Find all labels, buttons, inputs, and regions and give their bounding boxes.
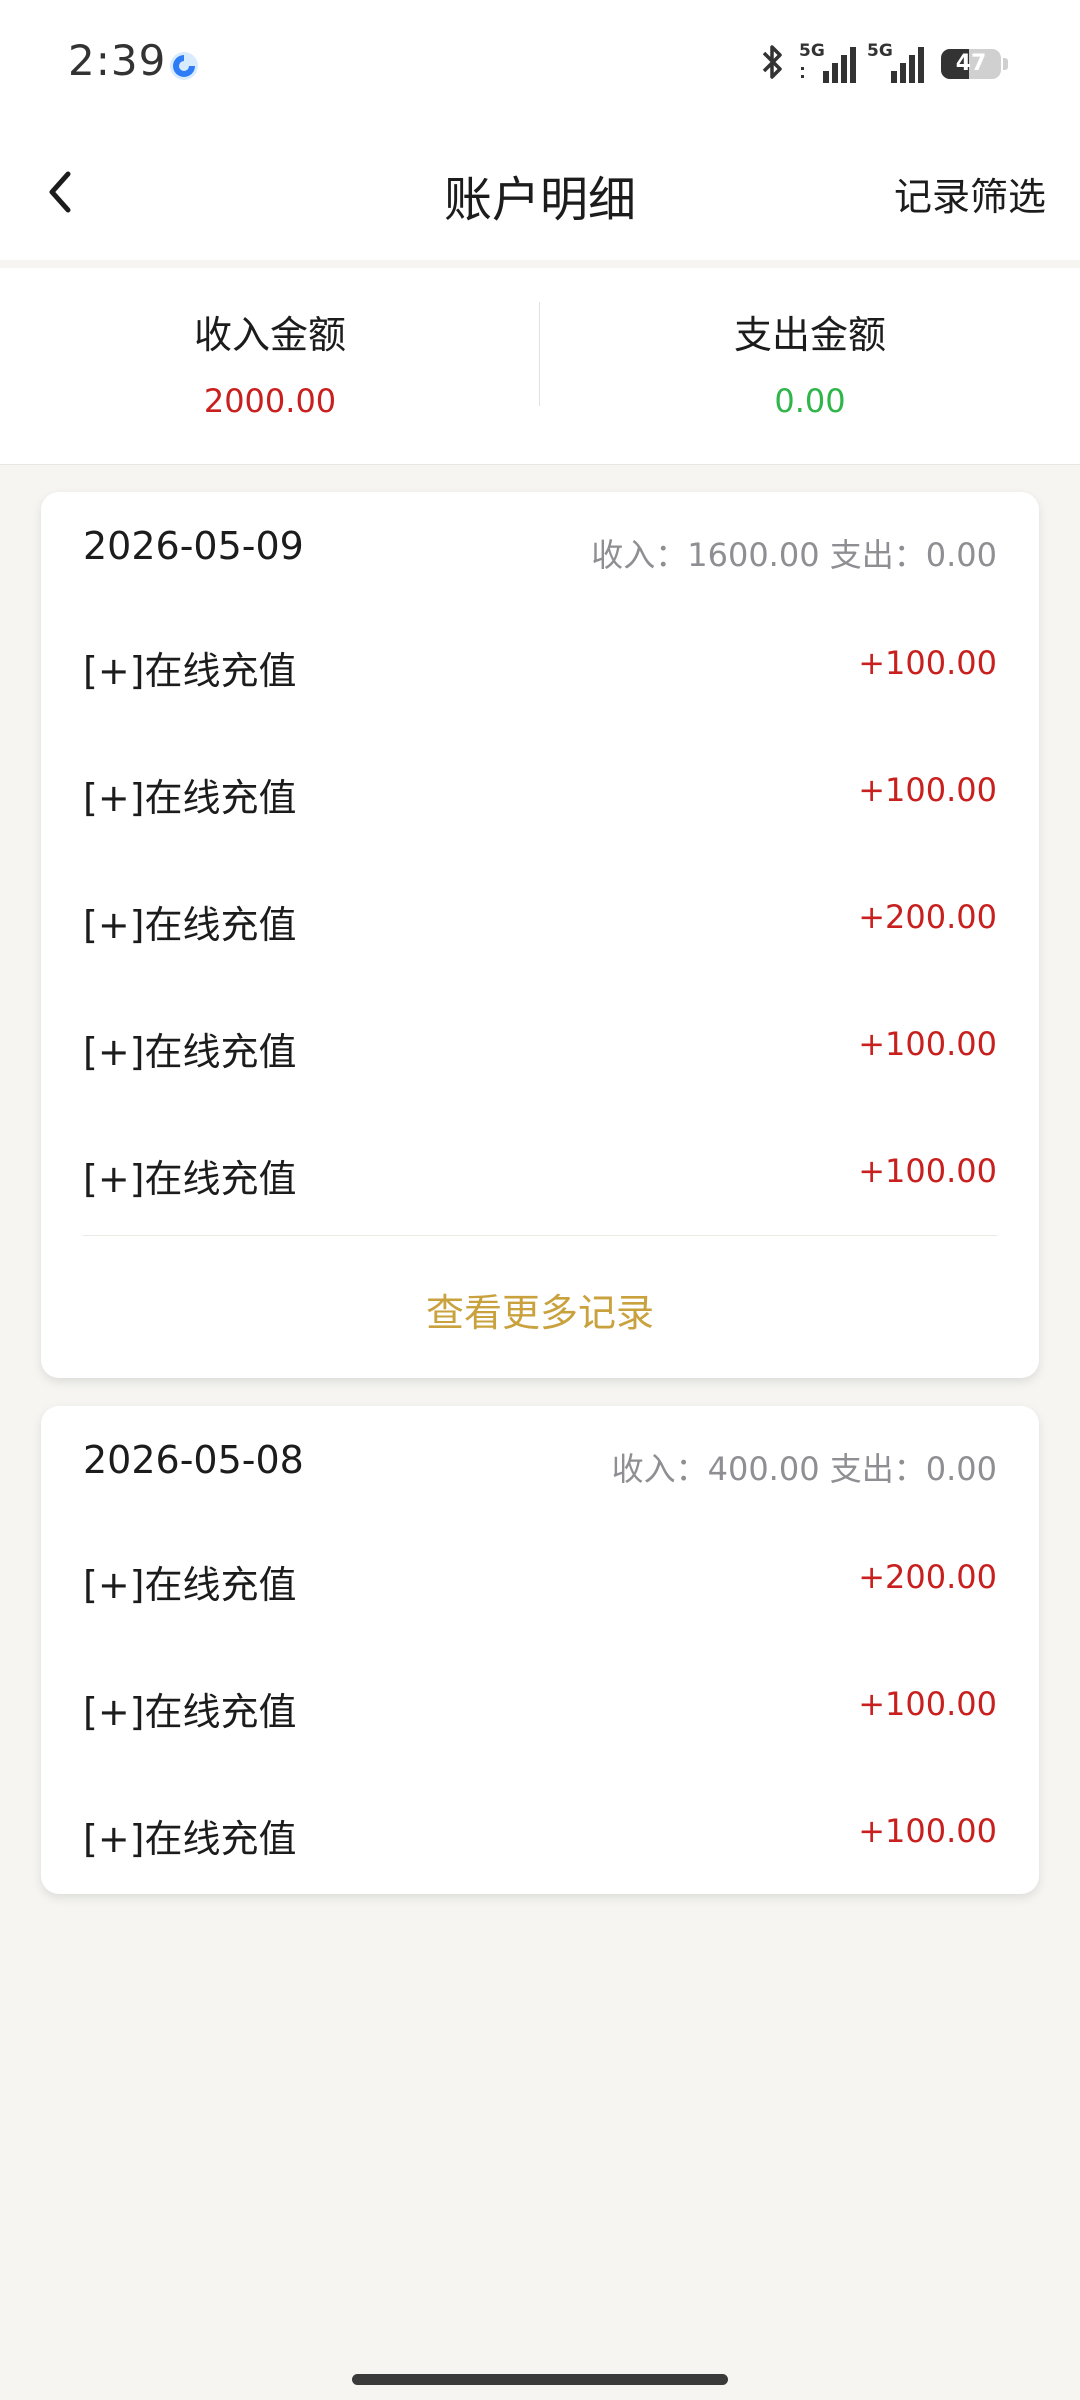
battery-tip <box>1003 58 1008 70</box>
home-indicator[interactable] <box>352 2374 728 2385</box>
group-date: 2026-05-08 <box>83 1438 304 1482</box>
expense-label: 支出金额 <box>733 313 886 357</box>
group-summary: 收入：1600.00 支出：0.00 <box>591 536 997 574</box>
transaction-row[interactable]: [+]在线充值 +100.00 <box>83 634 997 694</box>
transaction-title: [+]在线充值 <box>83 903 297 947</box>
day-group-header: 2026-05-09 收入：1600.00 支出：0.00 <box>83 520 997 576</box>
expense-value: 0.00 <box>774 382 846 420</box>
income-summary: 收入金额 2000.00 <box>0 268 540 464</box>
status-icons: 5G 5G 47 <box>755 40 1008 88</box>
transaction-amount: +100.00 <box>858 1812 997 1850</box>
transaction-amount: +200.00 <box>858 1558 997 1596</box>
transaction-row[interactable]: [+]在线充值 +200.00 <box>83 1548 997 1608</box>
day-group-card: 2026-05-09 收入：1600.00 支出：0.00 [+]在线充值 +1… <box>41 492 1039 1378</box>
transaction-title: [+]在线充值 <box>83 776 297 820</box>
transaction-row[interactable]: [+]在线充值 +200.00 <box>83 888 997 948</box>
transaction-amount: +100.00 <box>858 771 997 809</box>
status-bar: 2:39 5G 5G 47 <box>0 0 1080 128</box>
transaction-title: [+]在线充值 <box>83 1030 297 1074</box>
view-more-records-button[interactable]: 查看更多记录 <box>41 1282 1039 1337</box>
status-time: 2:39 <box>68 36 167 85</box>
bluetooth-icon <box>755 41 789 87</box>
day-group-header: 2026-05-08 收入：400.00 支出：0.00 <box>83 1434 997 1490</box>
transaction-amount: +100.00 <box>858 1152 997 1190</box>
card-divider <box>83 1235 997 1236</box>
browser-app-icon <box>168 50 200 82</box>
day-group-card: 2026-05-08 收入：400.00 支出：0.00 [+]在线充值 +20… <box>41 1406 1039 1894</box>
record-filter-button[interactable]: 记录筛选 <box>894 166 1046 221</box>
transaction-title: [+]在线充值 <box>83 1563 297 1607</box>
income-label: 收入金额 <box>193 313 346 357</box>
transaction-row[interactable]: [+]在线充值 +100.00 <box>83 761 997 821</box>
transaction-row[interactable]: [+]在线充值 +100.00 <box>83 1675 997 1735</box>
signal-5g-icon: 5G <box>799 41 857 85</box>
group-summary: 收入：400.00 支出：0.00 <box>611 1450 997 1488</box>
balance-summary: 收入金额 2000.00 支出金额 0.00 <box>0 268 1080 465</box>
battery-level: 47 <box>955 51 987 76</box>
transaction-title: [+]在线充值 <box>83 1817 297 1861</box>
income-value: 2000.00 <box>203 382 337 420</box>
transaction-row[interactable]: [+]在线充值 +100.00 <box>83 1015 997 1075</box>
transaction-row[interactable]: [+]在线充值 +100.00 <box>83 1142 997 1202</box>
transaction-amount: +200.00 <box>858 898 997 936</box>
nav-header: 账户明细 记录筛选 <box>0 128 1080 260</box>
signal-5g-icon-2: 5G <box>867 41 925 85</box>
transaction-amount: +100.00 <box>858 644 997 682</box>
transaction-title: [+]在线充值 <box>83 1157 297 1201</box>
transaction-title: [+]在线充值 <box>83 1690 297 1734</box>
transaction-row[interactable]: [+]在线充值 +100.00 <box>83 1802 997 1862</box>
transaction-amount: +100.00 <box>858 1025 997 1063</box>
group-date: 2026-05-09 <box>83 524 304 568</box>
battery-icon: 47 <box>941 49 1001 79</box>
transaction-title: [+]在线充值 <box>83 649 297 693</box>
transaction-amount: +100.00 <box>858 1685 997 1723</box>
expense-summary: 支出金额 0.00 <box>540 268 1080 464</box>
